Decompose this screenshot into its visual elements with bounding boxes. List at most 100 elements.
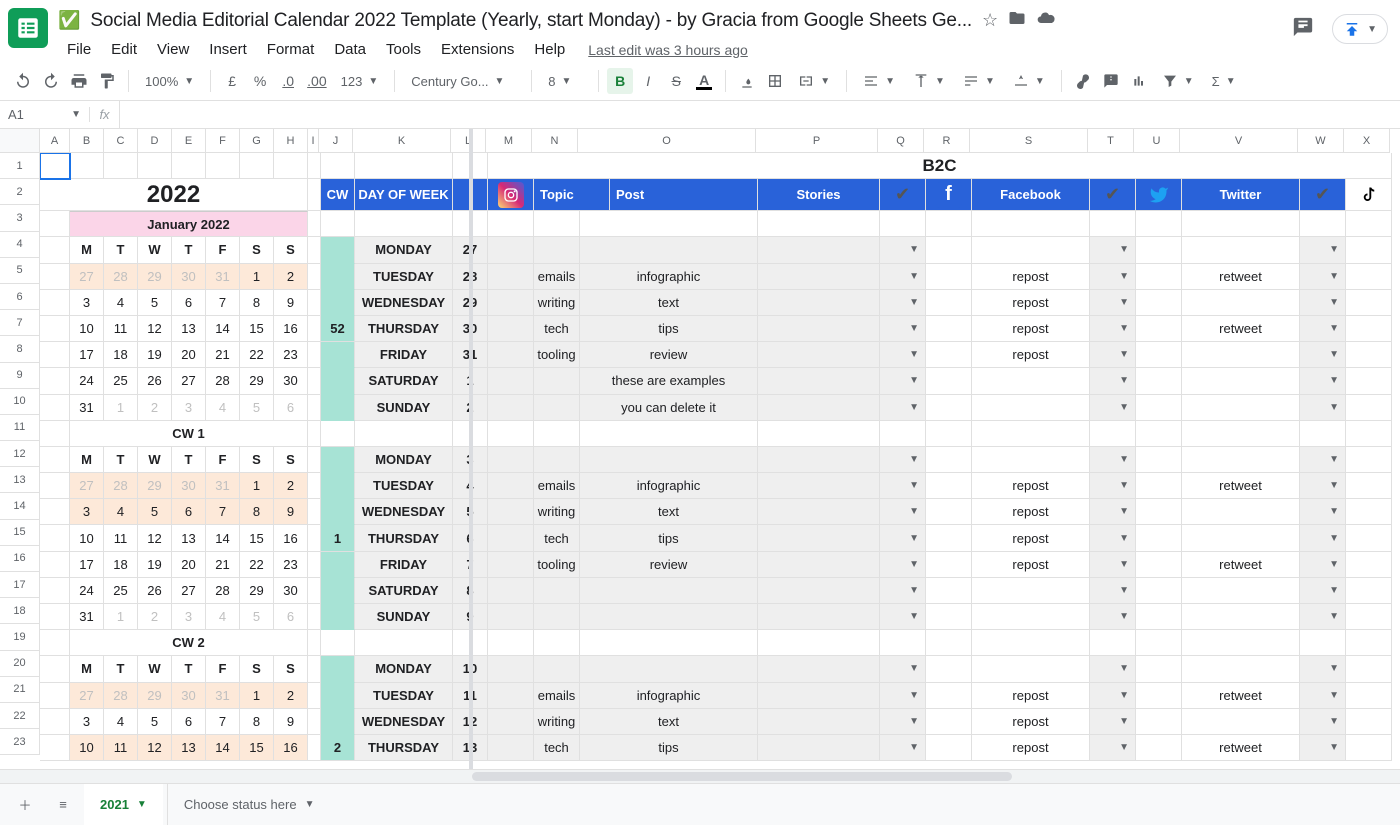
- cell[interactable]: infographic: [580, 473, 758, 499]
- star-icon[interactable]: ☆: [982, 10, 998, 31]
- col-header-R[interactable]: R: [924, 129, 970, 153]
- cell[interactable]: [488, 683, 534, 709]
- cell[interactable]: ▼: [1300, 447, 1346, 473]
- cell[interactable]: 8: [240, 499, 274, 525]
- cell[interactable]: 28: [206, 368, 240, 394]
- chart-button[interactable]: [1126, 68, 1152, 94]
- chevron-down-icon[interactable]: ▼: [1329, 585, 1339, 596]
- cell[interactable]: [488, 604, 534, 630]
- cell[interactable]: tips: [580, 735, 758, 761]
- dayofweek-header[interactable]: DAY OF WEEK: [355, 179, 453, 211]
- row-header-21[interactable]: 21: [0, 677, 40, 703]
- cell[interactable]: [534, 395, 580, 421]
- month-header[interactable]: January 2022: [70, 211, 308, 237]
- cell[interactable]: 28: [104, 473, 138, 499]
- cell[interactable]: [488, 578, 534, 604]
- cell[interactable]: [138, 153, 172, 179]
- cell[interactable]: [926, 368, 972, 394]
- row-header-4[interactable]: 4: [0, 232, 40, 258]
- cell[interactable]: [321, 709, 355, 735]
- cell[interactable]: 27: [70, 683, 104, 709]
- cell[interactable]: Facebook: [972, 179, 1090, 211]
- chevron-down-icon[interactable]: ▼: [909, 480, 919, 491]
- cell[interactable]: 2: [274, 473, 308, 499]
- cell[interactable]: [1182, 395, 1300, 421]
- cell[interactable]: WEDNESDAY: [355, 499, 453, 525]
- comment-button[interactable]: [1098, 68, 1124, 94]
- cell[interactable]: ▼: [880, 552, 926, 578]
- cell[interactable]: [1346, 604, 1392, 630]
- cell[interactable]: [1182, 368, 1300, 394]
- cell[interactable]: T: [104, 656, 138, 682]
- cell[interactable]: 16: [274, 316, 308, 342]
- cell[interactable]: [308, 473, 321, 499]
- cell[interactable]: [534, 656, 580, 682]
- cell[interactable]: 19: [138, 342, 172, 368]
- cell[interactable]: S: [274, 656, 308, 682]
- chevron-down-icon[interactable]: ▼: [1119, 375, 1129, 386]
- cell[interactable]: 15: [240, 316, 274, 342]
- col-header-Q[interactable]: Q: [878, 129, 924, 153]
- cell[interactable]: MONDAY: [355, 447, 453, 473]
- cell[interactable]: [1182, 421, 1300, 447]
- cell[interactable]: tech: [534, 525, 580, 551]
- cell[interactable]: 4: [104, 709, 138, 735]
- cell[interactable]: [534, 578, 580, 604]
- cloud-icon[interactable]: [1036, 8, 1056, 33]
- cell[interactable]: [488, 290, 534, 316]
- cell[interactable]: repost: [972, 316, 1090, 342]
- filter-button[interactable]: ▼: [1154, 68, 1202, 94]
- cell[interactable]: WEDNESDAY: [355, 290, 453, 316]
- cell[interactable]: [40, 421, 70, 447]
- cell[interactable]: THURSDAY: [355, 735, 453, 761]
- cell[interactable]: [308, 656, 321, 682]
- cell[interactable]: 30: [172, 264, 206, 290]
- cell[interactable]: [758, 473, 880, 499]
- cell[interactable]: 14: [206, 316, 240, 342]
- chevron-down-icon[interactable]: ▼: [1119, 533, 1129, 544]
- cell[interactable]: W: [138, 656, 172, 682]
- cell[interactable]: [972, 656, 1090, 682]
- cell[interactable]: repost: [972, 683, 1090, 709]
- cell[interactable]: 26: [138, 368, 172, 394]
- col-header-J[interactable]: J: [319, 129, 353, 153]
- cell[interactable]: [1136, 578, 1182, 604]
- cell[interactable]: 17: [70, 342, 104, 368]
- cell[interactable]: 1: [104, 604, 138, 630]
- cell[interactable]: ▼: [1300, 368, 1346, 394]
- cell[interactable]: tips: [580, 316, 758, 342]
- cell[interactable]: [488, 525, 534, 551]
- cell[interactable]: 27: [70, 473, 104, 499]
- cell[interactable]: retweet: [1182, 316, 1300, 342]
- cell[interactable]: ▼: [1090, 316, 1136, 342]
- cell[interactable]: [1182, 447, 1300, 473]
- cell[interactable]: these are examples: [580, 368, 758, 394]
- cell[interactable]: [488, 368, 534, 394]
- row-header-14[interactable]: 14: [0, 493, 40, 519]
- cell[interactable]: [488, 179, 534, 211]
- cell[interactable]: [926, 735, 972, 761]
- cell[interactable]: ▼: [1300, 656, 1346, 682]
- row-header-5[interactable]: 5: [0, 258, 40, 284]
- cell[interactable]: [40, 316, 70, 342]
- row-header-9[interactable]: 9: [0, 363, 40, 389]
- cell[interactable]: M: [70, 447, 104, 473]
- cell[interactable]: writing: [534, 709, 580, 735]
- sheets-logo[interactable]: [8, 8, 48, 48]
- chevron-down-icon[interactable]: ▼: [909, 716, 919, 727]
- cell[interactable]: 7: [206, 499, 240, 525]
- cell[interactable]: [1346, 290, 1392, 316]
- cell[interactable]: [1090, 421, 1136, 447]
- cell[interactable]: [1346, 683, 1392, 709]
- cell[interactable]: 8: [240, 709, 274, 735]
- cell[interactable]: WEDNESDAY: [355, 709, 453, 735]
- cell[interactable]: [1346, 735, 1392, 761]
- cell[interactable]: ▼: [880, 656, 926, 682]
- cell[interactable]: [926, 525, 972, 551]
- cell[interactable]: ▼: [1090, 290, 1136, 316]
- cell[interactable]: retweet: [1182, 264, 1300, 290]
- cell[interactable]: [1346, 264, 1392, 290]
- cell[interactable]: [926, 683, 972, 709]
- cell[interactable]: [40, 630, 70, 656]
- cell[interactable]: [758, 421, 880, 447]
